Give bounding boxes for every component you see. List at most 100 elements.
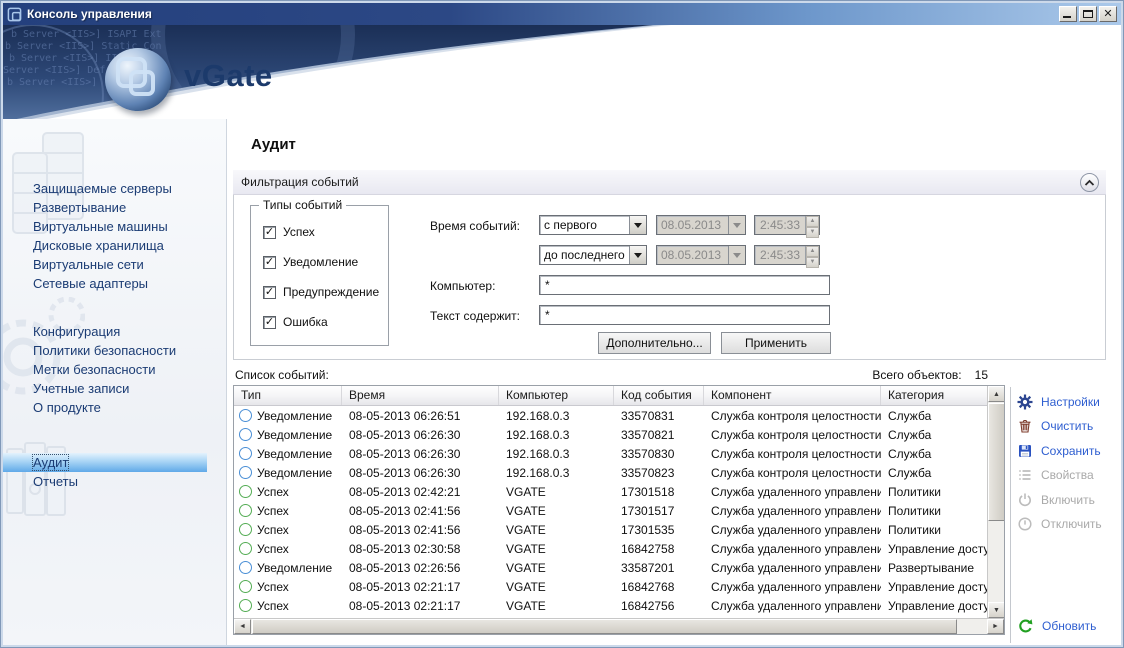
table-row[interactable]: Успех 08-05-2013 02:41:56 VGATE 17301517…: [234, 501, 987, 520]
cell-code: 16842756: [621, 598, 675, 613]
table-row[interactable]: Уведомление 08-05-2013 06:26:30 192.168.…: [234, 425, 987, 444]
cell-category: Управление доступом: [888, 579, 987, 594]
time-to-select[interactable]: до последнего: [539, 245, 647, 265]
event-type-icon: [239, 523, 252, 536]
sidebar-item-network-adapters[interactable]: Сетевые адаптеры: [3, 274, 207, 293]
collapse-filter-button[interactable]: [1080, 173, 1099, 192]
table-row[interactable]: Уведомление 08-05-2013 06:26:51 192.168.…: [234, 406, 987, 425]
cell-type: Уведомление: [234, 561, 342, 575]
title-bar: Консоль управления ✕: [3, 3, 1121, 25]
close-button[interactable]: ✕: [1099, 6, 1117, 22]
dropdown-arrow-icon: [728, 246, 745, 264]
sidebar-item-protected-servers[interactable]: Защищаемые серверы: [3, 179, 207, 198]
advanced-button[interactable]: Дополнительно...: [598, 332, 711, 354]
checkbox-error[interactable]: ✓ Ошибка: [263, 315, 328, 329]
scroll-track[interactable]: [957, 619, 987, 634]
sidebar-item-deployment[interactable]: Развертывание: [3, 198, 207, 217]
column-header-computer[interactable]: Компьютер: [499, 386, 614, 405]
close-icon: ✕: [1103, 8, 1113, 20]
cell-category: Развертывание: [888, 560, 975, 575]
vertical-scroll-thumb[interactable]: [988, 403, 1004, 521]
time-to-spinner: 2:45:33 ▲ ▼: [754, 245, 820, 268]
checkbox-success[interactable]: ✓ Успех: [263, 225, 315, 239]
column-header-type[interactable]: Тип: [234, 386, 342, 405]
column-header-time[interactable]: Время: [342, 386, 499, 405]
chevron-up-icon: [1084, 179, 1095, 186]
scroll-right-icon[interactable]: ►: [987, 619, 1004, 634]
cell-computer: VGATE: [506, 598, 546, 613]
time-from-select[interactable]: с первого: [539, 215, 647, 235]
sidebar-item-audit[interactable]: Аудит: [3, 453, 207, 472]
table-row[interactable]: Уведомление 08-05-2013 06:26:30 192.168.…: [234, 463, 987, 482]
sidebar-item-security-labels[interactable]: Метки безопасности: [3, 360, 207, 379]
maximize-button[interactable]: [1079, 6, 1097, 22]
text-contains-input[interactable]: *: [539, 305, 830, 325]
checkbox-icon: ✓: [263, 255, 276, 269]
event-type-icon: [239, 409, 252, 422]
sidebar-item-reports[interactable]: Отчеты: [3, 472, 207, 491]
sidebar-item-accounts[interactable]: Учетные записи: [3, 379, 207, 398]
settings-action[interactable]: Настройки: [1017, 393, 1100, 411]
cell-code: 16842758: [621, 541, 675, 556]
computer-label: Компьютер:: [430, 279, 496, 293]
cell-code: 33570823: [621, 465, 675, 480]
apply-button[interactable]: Применить: [721, 332, 831, 354]
cell-type: Успех: [234, 504, 342, 518]
sidebar-item-virtual-machines[interactable]: Виртуальные машины: [3, 217, 207, 236]
svg-text:b Server <IIS>] IIS: b Server <IIS>] IIS: [9, 53, 123, 64]
sidebar-item-virtual-networks[interactable]: Виртуальные сети: [3, 255, 207, 274]
column-header-category[interactable]: Категория: [881, 386, 989, 405]
column-header-code[interactable]: Код события: [614, 386, 704, 405]
cell-category: Служба: [888, 446, 932, 461]
spinner-buttons: ▲ ▼: [805, 246, 819, 268]
cell-computer: VGATE: [506, 522, 546, 537]
cell-computer: 192.168.0.3: [506, 408, 570, 423]
cell-code: 17301535: [621, 522, 675, 537]
sidebar-item-disk-storage[interactable]: Дисковые хранилища: [3, 236, 207, 255]
table-row[interactable]: Уведомление 08-05-2013 06:26:30 192.168.…: [234, 444, 987, 463]
event-time-label: Время событий:: [430, 219, 520, 233]
refresh-action[interactable]: Обновить: [1017, 617, 1096, 635]
table-row[interactable]: Уведомление 08-05-2013 02:26:56 VGATE 33…: [234, 558, 987, 577]
table-row[interactable]: Успех 08-05-2013 02:41:56 VGATE 17301535…: [234, 520, 987, 539]
computer-input[interactable]: *: [539, 275, 830, 295]
main-content: Аудит Фильтрация событий Типы событий ✓ …: [228, 119, 1121, 645]
column-header-component[interactable]: Компонент: [704, 386, 881, 405]
save-action[interactable]: Сохранить: [1017, 442, 1101, 460]
cell-category: Политики: [888, 503, 941, 518]
sidebar-item-security-policies[interactable]: Политики безопасности: [3, 341, 207, 360]
sidebar-item-configuration[interactable]: Конфигурация: [3, 322, 207, 341]
total-objects-label: Всего объектов:: [872, 368, 962, 382]
power-on-icon: [1019, 493, 1031, 507]
minimize-button[interactable]: [1059, 6, 1077, 22]
scroll-left-icon[interactable]: ◄: [234, 619, 251, 634]
cell-computer: VGATE: [506, 541, 546, 556]
minimize-icon: [1063, 16, 1071, 18]
event-type-icon: [239, 466, 252, 479]
scroll-down-icon[interactable]: ▼: [988, 602, 1004, 618]
vertical-scrollbar[interactable]: ▲ ▼: [987, 386, 1004, 618]
gear-icon: [1017, 394, 1033, 410]
event-type-icon: [239, 599, 252, 612]
clear-action[interactable]: Очистить: [1017, 417, 1093, 435]
cell-time: 08-05-2013 06:26:30: [349, 446, 461, 461]
cell-time: 08-05-2013 02:41:56: [349, 522, 461, 537]
cell-component: Служба контроля целостности: [711, 408, 881, 423]
table-row[interactable]: Успех 08-05-2013 02:42:21 VGATE 17301518…: [234, 482, 987, 501]
actions-divider: [1010, 387, 1011, 643]
checkbox-warning[interactable]: ✓ Предупреждение: [263, 285, 379, 299]
horizontal-scrollbar[interactable]: ◄ ►: [234, 618, 1004, 634]
cell-computer: VGATE: [506, 560, 546, 575]
table-row[interactable]: Успех 08-05-2013 02:21:17 VGATE 16842768…: [234, 577, 987, 596]
table-row[interactable]: Успех 08-05-2013 02:21:17 VGATE 16842756…: [234, 596, 987, 615]
event-type-icon: [239, 542, 252, 555]
sidebar-item-about[interactable]: О продукте: [3, 398, 207, 417]
dropdown-arrow-icon: [728, 216, 745, 234]
scroll-up-icon[interactable]: ▲: [988, 386, 1004, 402]
checkbox-notification[interactable]: ✓ Уведомление: [263, 255, 358, 269]
date-to-field: 08.05.2013: [656, 245, 746, 265]
table-row[interactable]: Успех 08-05-2013 02:30:58 VGATE 16842758…: [234, 539, 987, 558]
cell-computer: 192.168.0.3: [506, 427, 570, 442]
horizontal-scroll-thumb[interactable]: [252, 619, 957, 634]
date-from-field: 08.05.2013: [656, 215, 746, 235]
